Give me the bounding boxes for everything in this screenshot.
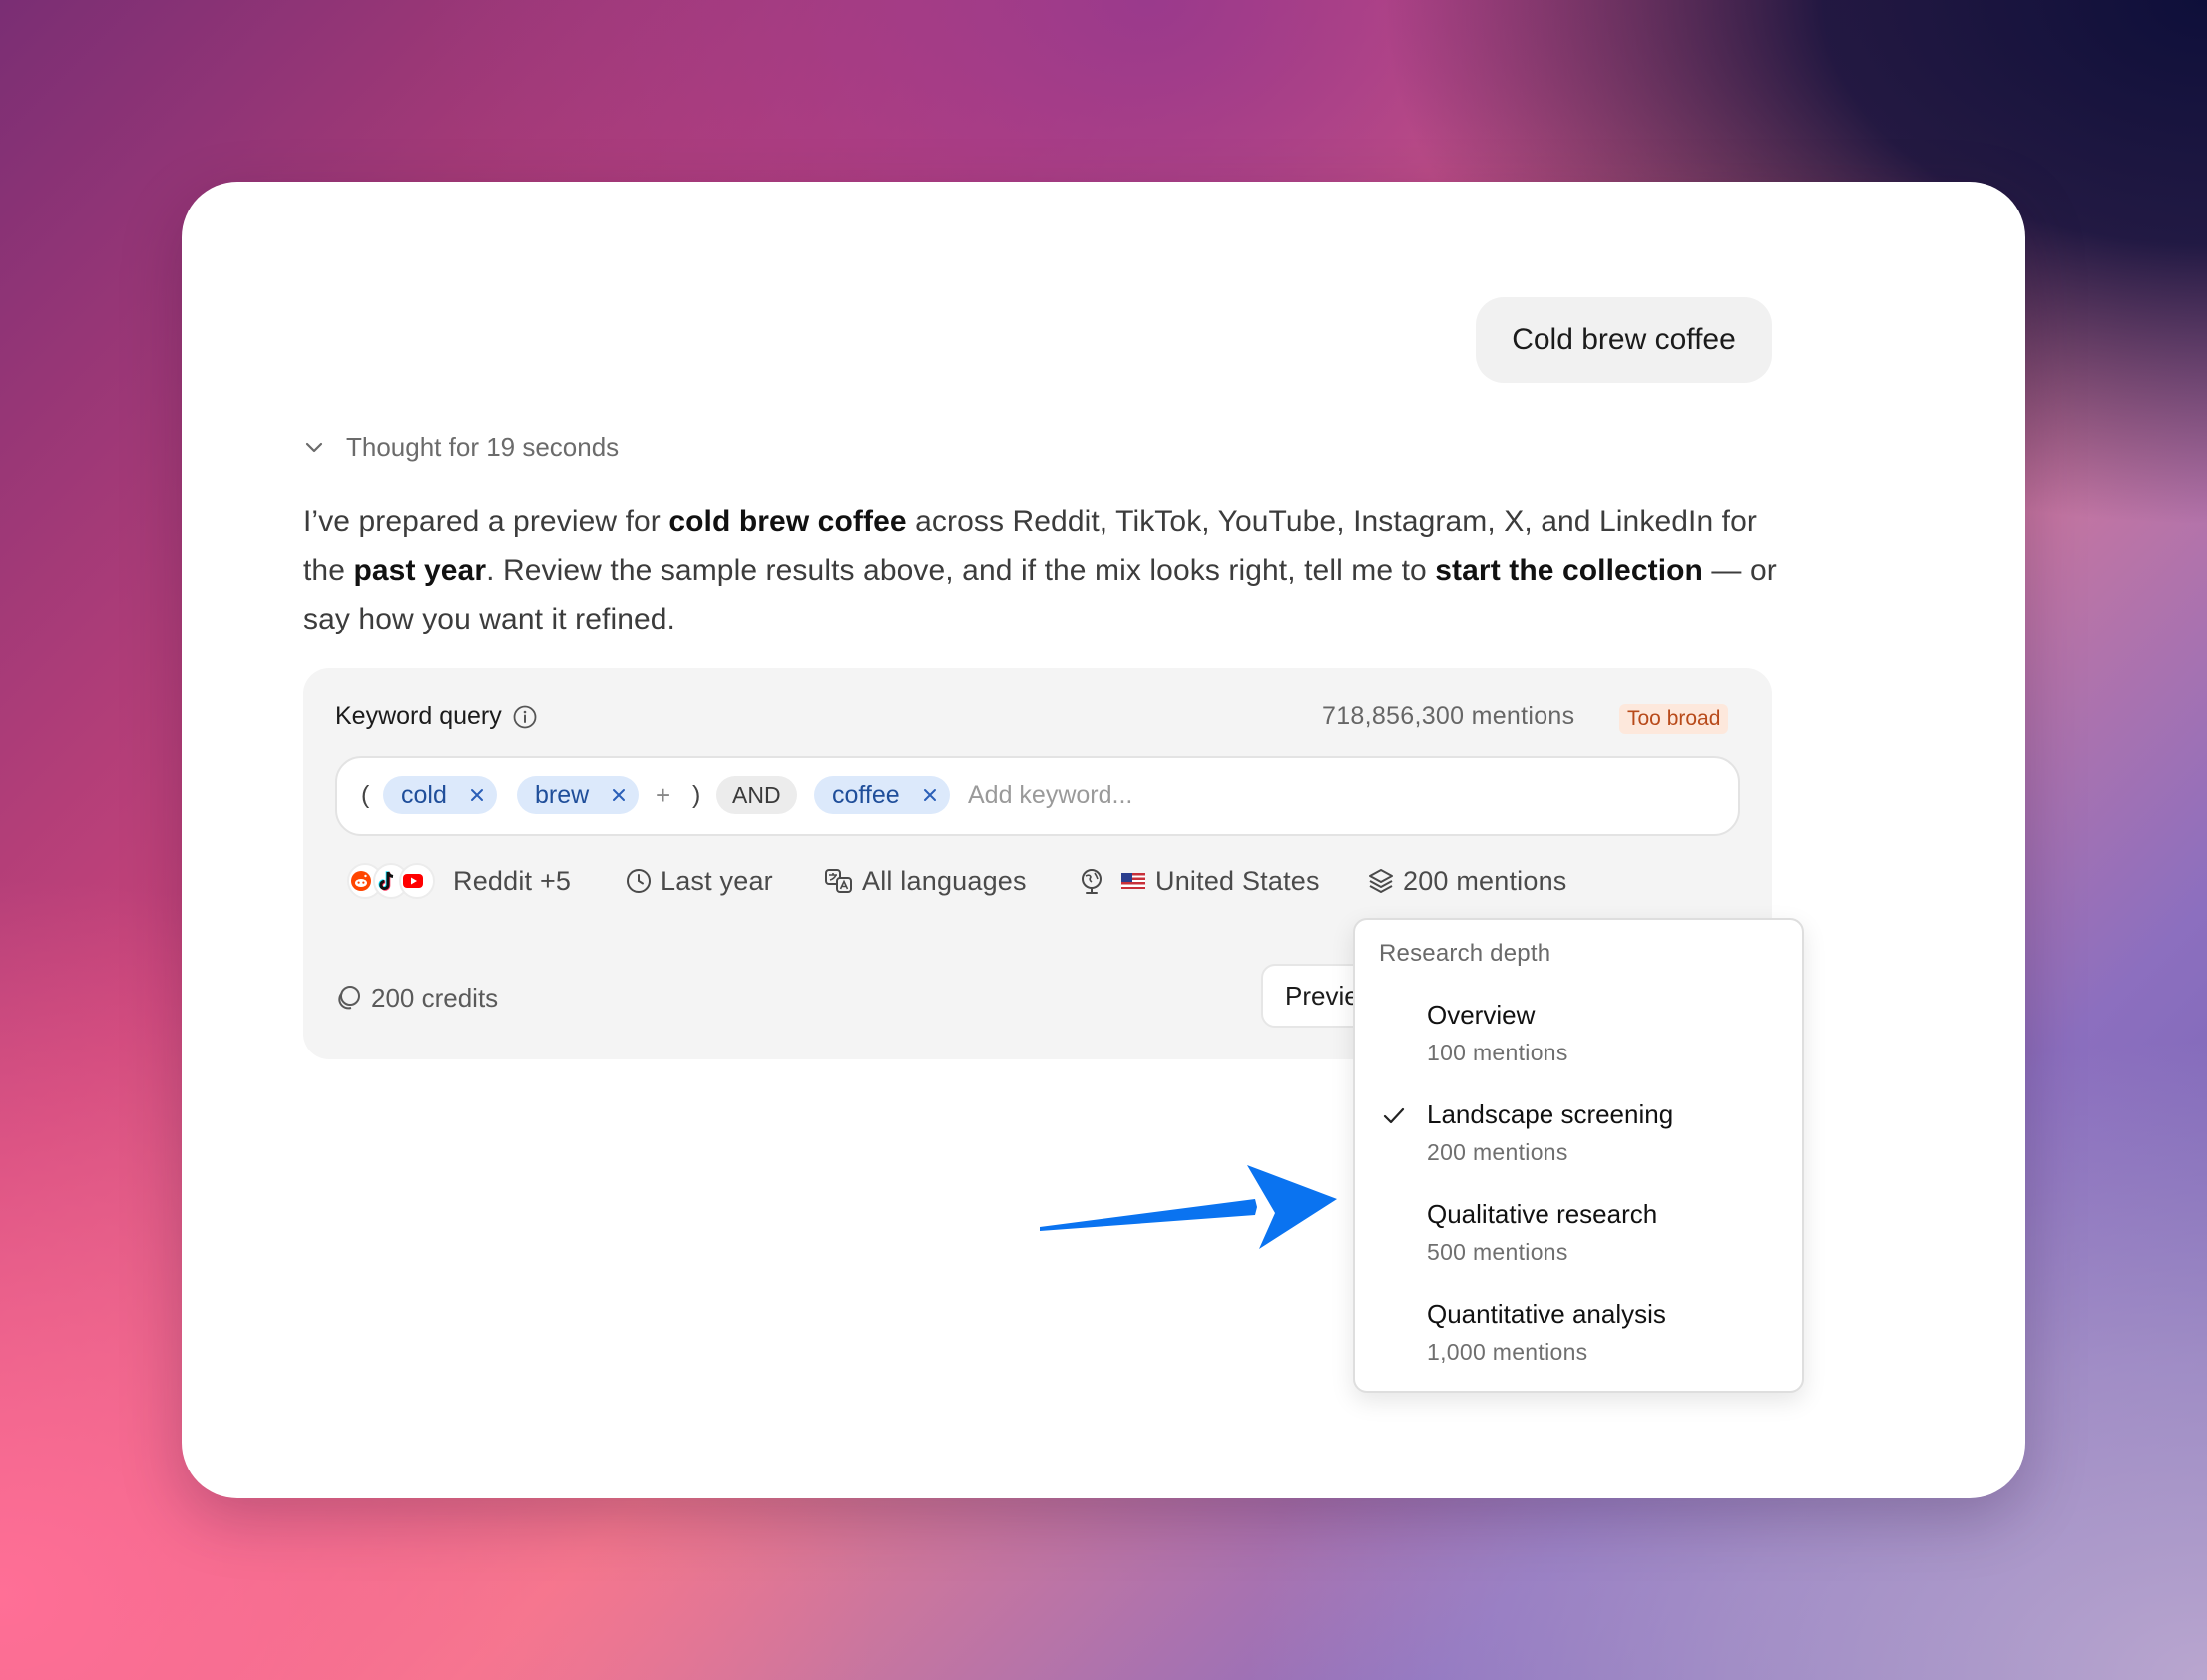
info-icon[interactable] bbox=[512, 704, 538, 730]
layers-icon bbox=[1369, 869, 1393, 893]
translate-icon bbox=[825, 869, 852, 893]
keyword-chip-brew[interactable]: brew bbox=[517, 776, 640, 814]
message-text: . Review the sample results above, and i… bbox=[486, 554, 1436, 587]
mentions-count: 718,856,300 mentions bbox=[1322, 702, 1575, 730]
close-paren: ) bbox=[692, 780, 701, 809]
time-range-label: Last year bbox=[661, 865, 773, 896]
thought-label: Thought for 19 seconds bbox=[346, 431, 620, 462]
language-selector[interactable]: All languages bbox=[824, 860, 1027, 902]
add-keyword-input[interactable] bbox=[968, 776, 1666, 814]
clock-icon bbox=[627, 869, 651, 893]
message-text: I’ve prepared a preview for bbox=[303, 505, 669, 538]
annotation-arrow-icon bbox=[1040, 1165, 1337, 1249]
chevron-down-icon bbox=[305, 442, 323, 453]
depth-option-overview[interactable]: Overview 100 mentions bbox=[1353, 1000, 1800, 1099]
youtube-icon bbox=[399, 863, 435, 899]
option-subtitle: 100 mentions bbox=[1427, 1040, 1568, 1065]
depth-label: 200 mentions bbox=[1403, 865, 1567, 896]
time-range-selector[interactable]: Last year bbox=[625, 860, 773, 902]
option-subtitle: 500 mentions bbox=[1427, 1239, 1568, 1265]
dropdown-title: Research depth bbox=[1379, 940, 1551, 967]
open-paren: ( bbox=[361, 780, 370, 809]
chip-label: brew bbox=[535, 780, 590, 809]
option-subtitle: 200 mentions bbox=[1427, 1139, 1568, 1165]
option-subtitle: 1,000 mentions bbox=[1427, 1339, 1588, 1365]
keyword-chip-coffee[interactable]: coffee bbox=[814, 776, 950, 814]
platforms-label: Reddit +5 bbox=[453, 865, 572, 896]
message-bold: past year bbox=[353, 554, 487, 587]
message-bold: start the collection bbox=[1435, 554, 1703, 587]
location-selector[interactable]: United States bbox=[1078, 860, 1320, 902]
chip-label: coffee bbox=[832, 780, 900, 809]
platforms-selector[interactable]: Reddit +5 bbox=[347, 860, 571, 902]
option-label: Qualitative research bbox=[1427, 1199, 1658, 1229]
platform-icons bbox=[347, 863, 435, 899]
location-label: United States bbox=[1155, 865, 1320, 896]
assistant-message: I’ve prepared a preview for cold brew co… bbox=[303, 497, 1780, 643]
user-message-bubble: Cold brew coffee bbox=[1476, 297, 1772, 383]
keyword-chip-cold[interactable]: cold bbox=[383, 776, 497, 814]
remove-chip-icon[interactable] bbox=[611, 787, 627, 803]
remove-chip-icon[interactable] bbox=[469, 787, 485, 803]
message-bold: cold brew coffee bbox=[668, 505, 907, 538]
depth-option-landscape-screening[interactable]: Landscape screening 200 mentions bbox=[1353, 1099, 1800, 1199]
thought-toggle[interactable]: Thought for 19 seconds bbox=[304, 427, 619, 467]
globe-icon bbox=[1082, 869, 1102, 894]
checkmark-icon bbox=[1383, 1107, 1405, 1124]
keyword-query-title: Keyword query bbox=[335, 702, 538, 731]
depth-option-qualitative-research[interactable]: Qualitative research 500 mentions bbox=[1353, 1199, 1800, 1299]
option-label: Overview bbox=[1427, 1000, 1536, 1030]
add-group-button[interactable]: + bbox=[656, 776, 670, 814]
option-label: Landscape screening bbox=[1427, 1099, 1674, 1129]
keyword-query-label: Keyword query bbox=[335, 702, 502, 730]
chip-label: cold bbox=[401, 780, 447, 809]
remove-chip-icon[interactable] bbox=[922, 787, 938, 803]
option-label: Quantitative analysis bbox=[1427, 1299, 1666, 1329]
credits-label: 200 credits bbox=[371, 982, 499, 1013]
credits-indicator: 200 credits bbox=[335, 978, 498, 1018]
too-broad-badge: Too broad bbox=[1619, 704, 1729, 734]
us-flag-icon bbox=[1121, 873, 1145, 889]
depth-option-quantitative-analysis[interactable]: Quantitative analysis 1,000 mentions bbox=[1353, 1299, 1800, 1399]
operator-and[interactable]: AND bbox=[716, 776, 797, 814]
credits-icon bbox=[338, 986, 360, 1010]
depth-selector[interactable]: 200 mentions bbox=[1367, 860, 1567, 902]
languages-label: All languages bbox=[862, 865, 1027, 896]
